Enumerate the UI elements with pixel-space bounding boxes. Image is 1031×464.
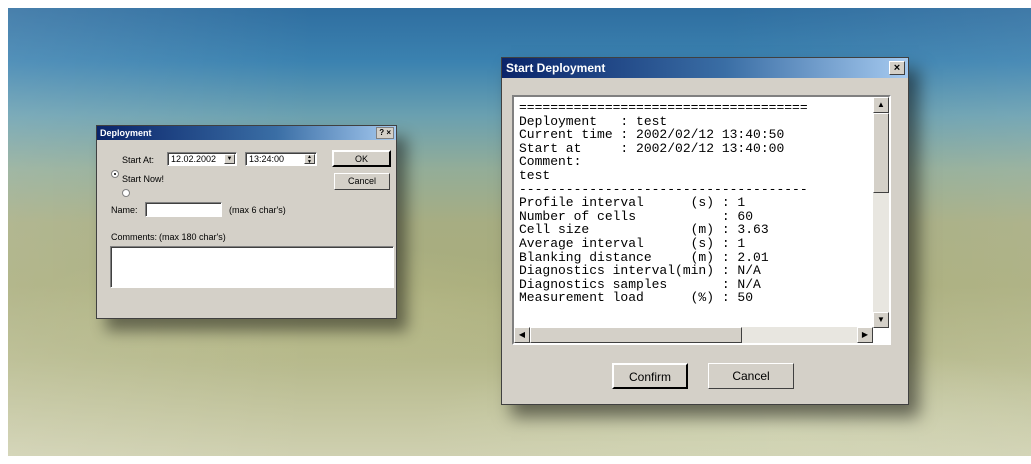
summary-line: Average interval (s) : 1 bbox=[519, 235, 746, 251]
start-at-radio[interactable] bbox=[111, 170, 119, 178]
summary-line: Deployment : test bbox=[519, 113, 668, 129]
summary-line: Comment: bbox=[519, 154, 582, 170]
horizontal-scroll-thumb[interactable] bbox=[530, 327, 742, 343]
spin-arrows-icon[interactable]: ▲ ▼ bbox=[304, 154, 315, 165]
scroll-down-icon[interactable]: ▼ bbox=[873, 312, 889, 328]
summary-line: Profile interval (s) : 1 bbox=[519, 195, 746, 211]
time-value: 13:24:00 bbox=[249, 154, 285, 164]
cancel-button[interactable]: Cancel bbox=[708, 363, 794, 389]
vertical-scroll-thumb[interactable] bbox=[873, 113, 889, 193]
scroll-up-icon[interactable]: ▲ bbox=[873, 97, 889, 113]
time-spinner[interactable]: 13:24:00 ▲ ▼ bbox=[245, 152, 317, 166]
horizontal-scrollbar[interactable]: ◀ ▶ bbox=[514, 327, 873, 343]
ok-button[interactable]: OK bbox=[332, 150, 391, 167]
summary-line: Current time : 2002/02/12 13:40:50 bbox=[519, 127, 785, 143]
summary-line: Start at : 2002/02/12 13:40:00 bbox=[519, 140, 785, 156]
summary-line: ===================================== bbox=[519, 101, 808, 115]
summary-line: Diagnostics samples : N/A bbox=[519, 276, 761, 292]
summary-listbox[interactable]: ===================================== Dep… bbox=[512, 95, 891, 345]
summary-line: test bbox=[519, 167, 551, 183]
cancel-button[interactable]: Cancel bbox=[334, 173, 390, 190]
summary-line: Diagnostics interval(min) : N/A bbox=[519, 263, 761, 279]
start-deployment-title: Start Deployment bbox=[506, 61, 606, 75]
deployment-dialog-titlebar: Deployment ? × bbox=[97, 126, 396, 140]
confirm-button[interactable]: Confirm bbox=[612, 363, 688, 389]
comments-label: Comments: bbox=[111, 232, 158, 242]
deployment-dialog: Deployment ? × Start At: 12.02.2002 ▼ 13… bbox=[96, 125, 397, 319]
comments-textarea[interactable] bbox=[110, 246, 394, 288]
start-at-label: Start At: bbox=[122, 155, 155, 165]
vertical-scrollbar[interactable]: ▲ ▼ bbox=[873, 97, 889, 328]
scroll-right-icon[interactable]: ▶ bbox=[857, 327, 873, 343]
start-deployment-dialog: Start Deployment × =====================… bbox=[501, 57, 909, 405]
date-dropdown[interactable]: 12.02.2002 ▼ bbox=[167, 152, 237, 166]
summary-text: ===================================== Dep… bbox=[519, 101, 871, 325]
summary-line: Number of cells : 60 bbox=[519, 208, 754, 224]
name-hint: (max 6 char's) bbox=[229, 205, 286, 215]
name-label: Name: bbox=[111, 205, 138, 215]
scroll-left-icon[interactable]: ◀ bbox=[514, 327, 530, 343]
chevron-down-icon[interactable]: ▼ bbox=[224, 154, 235, 164]
start-now-label: Start Now! bbox=[122, 174, 165, 184]
close-icon[interactable]: × bbox=[889, 61, 905, 75]
summary-line: Blanking distance (m) : 2.01 bbox=[519, 249, 769, 265]
date-value: 12.02.2002 bbox=[171, 154, 217, 164]
deployment-dialog-title: Deployment bbox=[100, 128, 152, 138]
summary-line: Measurement load (%) : 50 bbox=[519, 290, 754, 306]
summary-line: ------------------------------------- bbox=[519, 181, 808, 197]
name-input[interactable] bbox=[145, 202, 222, 217]
start-now-radio[interactable] bbox=[121, 189, 130, 197]
help-close-buttons[interactable]: ? × bbox=[376, 127, 394, 139]
comments-hint: (max 180 char's) bbox=[159, 232, 226, 242]
summary-line: Cell size (m) : 3.63 bbox=[519, 222, 769, 238]
start-deployment-titlebar: Start Deployment × bbox=[502, 58, 908, 78]
